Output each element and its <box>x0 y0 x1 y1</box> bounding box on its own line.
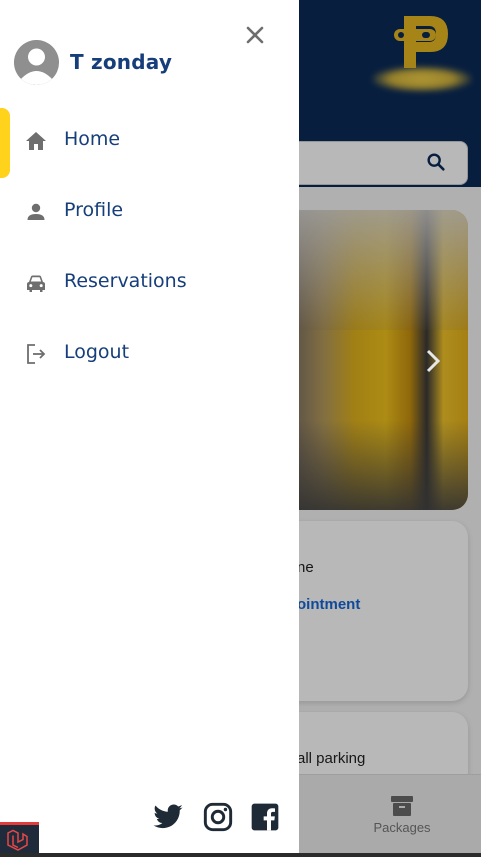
chevron-right-icon[interactable] <box>424 348 442 374</box>
menu-item-profile[interactable]: Profile <box>0 184 299 240</box>
menu-item-label: Reservations <box>64 270 187 292</box>
menu-item-label: Home <box>64 128 121 150</box>
car-icon <box>27 275 45 292</box>
home-icon <box>26 132 46 150</box>
navigation-drawer: T zonday Home Profile Reservations Logou… <box>0 0 299 857</box>
user-avatar-icon <box>14 40 59 85</box>
menu-item-logout[interactable]: Logout <box>0 326 299 382</box>
twitter-icon[interactable] <box>152 801 184 833</box>
menu-item-reservations[interactable]: Reservations <box>0 255 299 311</box>
menu-item-label: Profile <box>64 199 124 221</box>
logout-icon <box>27 344 46 364</box>
user-name: T zonday <box>70 50 173 74</box>
instagram-icon[interactable] <box>202 801 234 833</box>
bottom-edge <box>0 853 481 857</box>
close-icon[interactable] <box>243 23 267 47</box>
facebook-icon[interactable] <box>249 801 281 833</box>
menu-item-label: Logout <box>64 341 130 363</box>
avatar[interactable] <box>14 40 59 85</box>
framework-badge <box>0 822 39 855</box>
laravel-logo-icon <box>7 829 28 851</box>
menu-item-home[interactable]: Home <box>0 113 299 169</box>
person-icon <box>27 203 45 220</box>
